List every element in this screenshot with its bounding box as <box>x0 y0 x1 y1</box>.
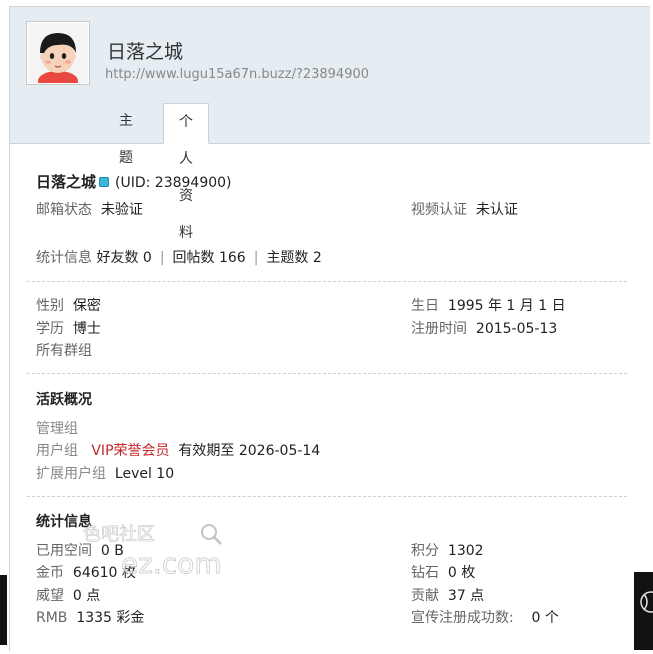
diamond-label: 钻石 <box>411 565 439 581</box>
right-edge-image <box>634 572 653 650</box>
profile-header: 日落之城 http://www.lugu15a67n.buzz/?2389490… <box>10 7 650 241</box>
email-status-row: 邮箱状态 未验证 <box>36 199 143 219</box>
contrib-label: 贡献 <box>411 588 439 604</box>
coins-value: 64610 枚 <box>72 565 136 581</box>
coins-row: 金币 64610 枚 <box>36 562 136 582</box>
points-value: 1302 <box>447 543 484 559</box>
avatar-image <box>28 23 88 83</box>
email-status-value: 未验证 <box>100 202 143 218</box>
gender-value: 保密 <box>72 298 101 314</box>
divider <box>27 496 627 497</box>
diamond-row: 钻石 0 枚 <box>411 562 475 582</box>
prestige-row: 威望 0 点 <box>36 585 100 605</box>
left-edge-image <box>0 575 7 645</box>
rmb-label: RMB <box>36 610 68 626</box>
promo-value: 0 个 <box>531 610 559 626</box>
divider: | <box>159 250 165 266</box>
education-row: 学历 博士 <box>36 318 101 338</box>
admin-group-label: 管理组 <box>36 421 78 437</box>
threads-count[interactable]: 主题数 2 <box>266 250 321 266</box>
space-row: 已用空间 0 B <box>36 540 124 560</box>
birthday-row: 生日 1995 年 1 月 1 日 <box>411 295 566 315</box>
divider <box>27 281 627 282</box>
rmb-value: 1335 彩金 <box>76 610 145 626</box>
profile-username: 日落之城 <box>107 41 184 63</box>
groups-label: 所有群组 <box>36 343 92 359</box>
profile-uid: (UID: 23894900) <box>115 175 232 191</box>
register-label: 注册时间 <box>411 321 467 337</box>
birthday-label: 生日 <box>411 298 439 314</box>
contrib-value: 37 点 <box>447 588 485 604</box>
video-auth-value: 未认证 <box>475 202 518 218</box>
prestige-label: 威望 <box>36 588 64 604</box>
promo-row: 宣传注册成功数: 0 个 <box>411 607 559 627</box>
admin-group-row: 管理组 <box>36 418 78 438</box>
space-value: 0 B <box>100 543 124 559</box>
contrib-row: 贡献 37 点 <box>411 585 484 605</box>
divider <box>27 373 627 374</box>
valid-until: 有效期至 2026-05-14 <box>178 443 321 459</box>
user-group-row: 用户组 VIP荣誉会员 有效期至 2026-05-14 <box>36 440 320 460</box>
user-group-label: 用户组 <box>36 443 78 459</box>
points-label: 积分 <box>411 543 439 559</box>
gender-label: 性别 <box>36 298 64 314</box>
stats-label: 统计信息 <box>36 250 92 266</box>
register-row: 注册时间 2015-05-13 <box>411 318 557 338</box>
profile-url[interactable]: http://www.lugu15a67n.buzz/?23894900 <box>105 67 369 82</box>
space-label: 已用空间 <box>36 543 92 559</box>
decorative-emblem-icon <box>640 591 653 613</box>
promo-label: 宣传注册成功数: <box>411 610 514 626</box>
video-auth-row: 视频认证 未认证 <box>411 199 518 219</box>
email-status-label: 邮箱状态 <box>36 202 92 218</box>
tab-profile[interactable]: 个人资料 <box>163 103 209 241</box>
birthday-value: 1995 年 1 月 1 日 <box>447 298 566 314</box>
avatar[interactable] <box>26 21 90 85</box>
activity-title: 活跃概况 <box>36 392 92 408</box>
ext-group-value[interactable]: Level 10 <box>115 466 174 482</box>
profile-name-row: 日落之城 (UID: 23894900) <box>36 171 232 192</box>
posts-count[interactable]: 回帖数 166 <box>173 250 246 266</box>
stats-row: 统计信息 好友数 0 | 回帖数 166 | 主题数 2 <box>36 247 322 267</box>
groups-row: 所有群组 <box>36 340 92 360</box>
ext-group-label: 扩展用户组 <box>36 466 106 482</box>
gender-row: 性别 保密 <box>36 295 101 315</box>
education-value: 博士 <box>72 321 101 337</box>
online-status-icon <box>99 177 110 187</box>
education-label: 学历 <box>36 321 64 337</box>
coins-label: 金币 <box>36 565 64 581</box>
prestige-value: 0 点 <box>72 588 101 604</box>
points-row: 积分 1302 <box>411 540 484 560</box>
diamond-value: 0 枚 <box>447 565 476 581</box>
rmb-row: RMB 1335 彩金 <box>36 607 144 627</box>
friends-count[interactable]: 好友数 0 <box>96 250 151 266</box>
video-auth-label: 视频认证 <box>411 202 467 218</box>
tab-threads[interactable]: 主题 <box>119 103 133 166</box>
profile-name: 日落之城 <box>36 173 97 191</box>
ext-group-row: 扩展用户组 Level 10 <box>36 463 174 483</box>
register-value: 2015-05-13 <box>475 321 558 337</box>
user-group-value[interactable]: VIP荣誉会员 <box>91 443 169 459</box>
statistics-title: 统计信息 <box>36 514 92 530</box>
divider: | <box>253 250 259 266</box>
